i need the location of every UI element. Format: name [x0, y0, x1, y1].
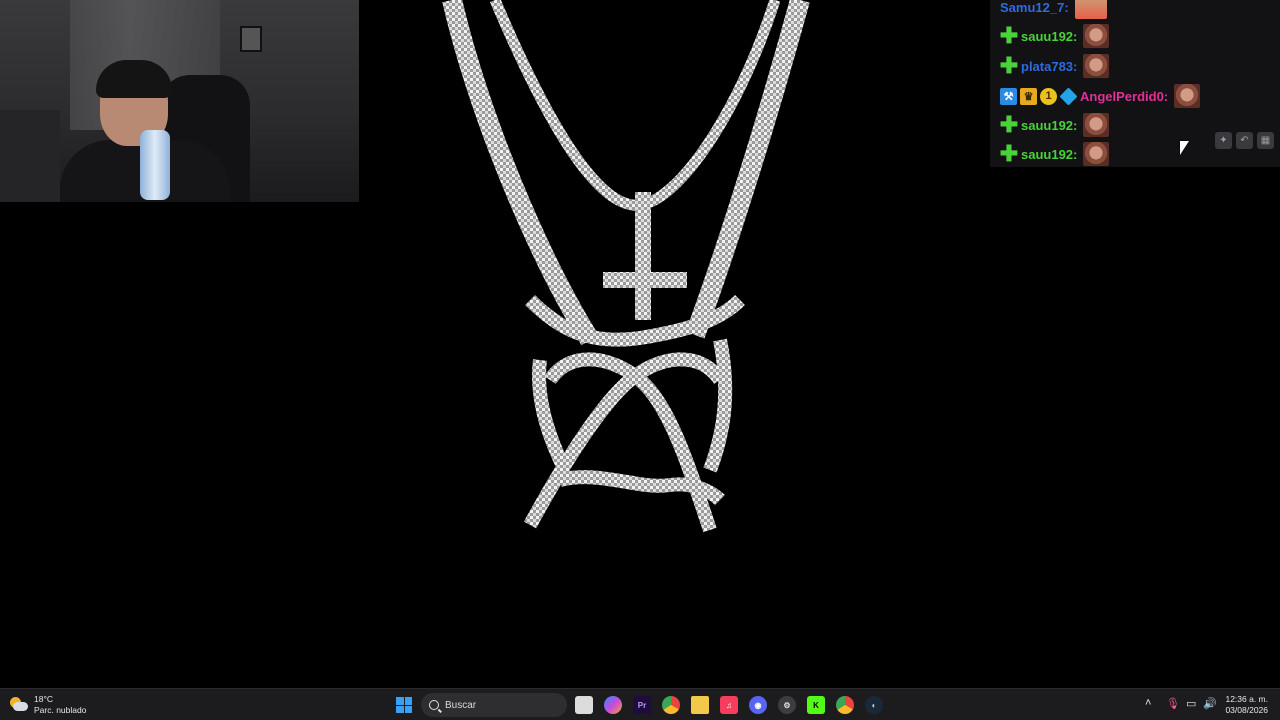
chat-emote	[1074, 0, 1107, 19]
volume-icon[interactable]: 🔊	[1203, 697, 1217, 710]
chain-pendant-artwork	[442, 0, 810, 533]
chat-message: ✚ sauu192:	[990, 140, 1110, 168]
search-placeholder: Buscar	[445, 699, 477, 711]
wall-picture-frame	[240, 26, 262, 52]
webcam-overlay	[0, 0, 359, 202]
chevron-up-icon[interactable]: ˄	[1145, 697, 1151, 709]
chat-message: Samu12_7:	[990, 0, 1107, 21]
discord-icon[interactable]: ◉	[749, 696, 767, 714]
inner-chain	[489, 0, 781, 211]
one-badge-icon: 1	[1040, 87, 1057, 105]
folder-icon[interactable]	[691, 696, 709, 714]
streamer-hair	[96, 60, 172, 98]
chrome-alt-icon[interactable]	[836, 696, 854, 714]
microphone-icon[interactable]: 🎙	[1166, 697, 1180, 710]
clock-time: 12:36 a. m.	[1225, 694, 1268, 704]
chat-emote	[1083, 24, 1110, 48]
kick-icon[interactable]: K	[807, 696, 825, 714]
tribal-pendant	[523, 294, 745, 533]
music-icon[interactable]: ♫	[720, 696, 738, 714]
copilot-icon[interactable]	[604, 696, 622, 714]
plus-badge-icon: ✚	[999, 23, 1019, 48]
gem-badge-icon	[1059, 86, 1078, 106]
chat-emote	[1083, 54, 1110, 78]
weather-condition: Parc. nublado	[34, 705, 87, 715]
windows-start-icon[interactable]	[396, 697, 412, 713]
steam-icon[interactable]: ◐	[865, 696, 883, 714]
chat-username[interactable]: sauu192:	[1021, 118, 1077, 133]
mouse-cursor-icon	[1180, 141, 1189, 155]
taskbar-search-box[interactable]: Buscar	[421, 693, 567, 717]
network-icon[interactable]: ▭	[1186, 697, 1196, 710]
reply-icon[interactable]: ↶	[1236, 132, 1253, 149]
chat-username[interactable]: sauu192:	[1021, 147, 1077, 162]
chat-username[interactable]: Samu12_7:	[1000, 0, 1069, 15]
clock-date: 03/08/2026	[1225, 705, 1268, 715]
chat-username[interactable]: AngelPerdid0:	[1080, 89, 1168, 104]
chat-username[interactable]: sauu192:	[1021, 29, 1077, 44]
settings-icon[interactable]: ⚙	[778, 696, 796, 714]
chat-message: ✚ plata783:	[990, 52, 1110, 80]
chat-message: ✚ sauu192:	[990, 111, 1110, 139]
premiere-pro-icon[interactable]: Pr	[633, 696, 651, 714]
pin-icon[interactable]: ✦	[1215, 132, 1232, 149]
chat-message: ✚ sauu192:	[990, 22, 1110, 50]
system-clock[interactable]: 12:36 a. m. 03/08/2026	[1225, 694, 1268, 716]
search-icon	[429, 700, 439, 710]
copy-icon[interactable]: ▦	[1257, 132, 1274, 149]
windows-taskbar: 18°C Parc. nublado Buscar Pr ♫ ◉ ⚙ K ◐ ˄…	[0, 688, 1280, 720]
chat-username[interactable]: plata783:	[1021, 59, 1077, 74]
moderator-hammer-icon: ⚒	[1000, 87, 1017, 105]
chat-emote	[1083, 113, 1110, 137]
cross-pendant	[603, 192, 687, 320]
chat-emote	[1083, 142, 1110, 166]
outer-chain-right	[685, 0, 810, 339]
weather-temperature: 18°C	[34, 694, 53, 704]
chat-toolbar: ✦ ↶ ▦	[1215, 132, 1274, 149]
crown-badge-icon: ♛	[1020, 87, 1037, 105]
weather-widget[interactable]: 18°C Parc. nublado	[10, 694, 86, 716]
chat-emote	[1174, 84, 1201, 108]
partly-cloudy-icon	[10, 697, 28, 713]
plus-badge-icon: ✚	[999, 141, 1019, 166]
chat-overlay: Samu12_7: ✚ sauu192: ✚ plata783: ⚒ ♛ 1 A…	[990, 0, 1280, 167]
chrome-icon[interactable]	[662, 696, 680, 714]
plus-badge-icon: ✚	[999, 53, 1019, 78]
chat-message: ⚒ ♛ 1 AngelPerdid0:	[990, 82, 1201, 110]
plus-badge-icon: ✚	[999, 112, 1019, 137]
background-shelf	[0, 110, 60, 202]
water-bottle	[140, 130, 170, 200]
task-view-icon[interactable]	[575, 696, 593, 714]
